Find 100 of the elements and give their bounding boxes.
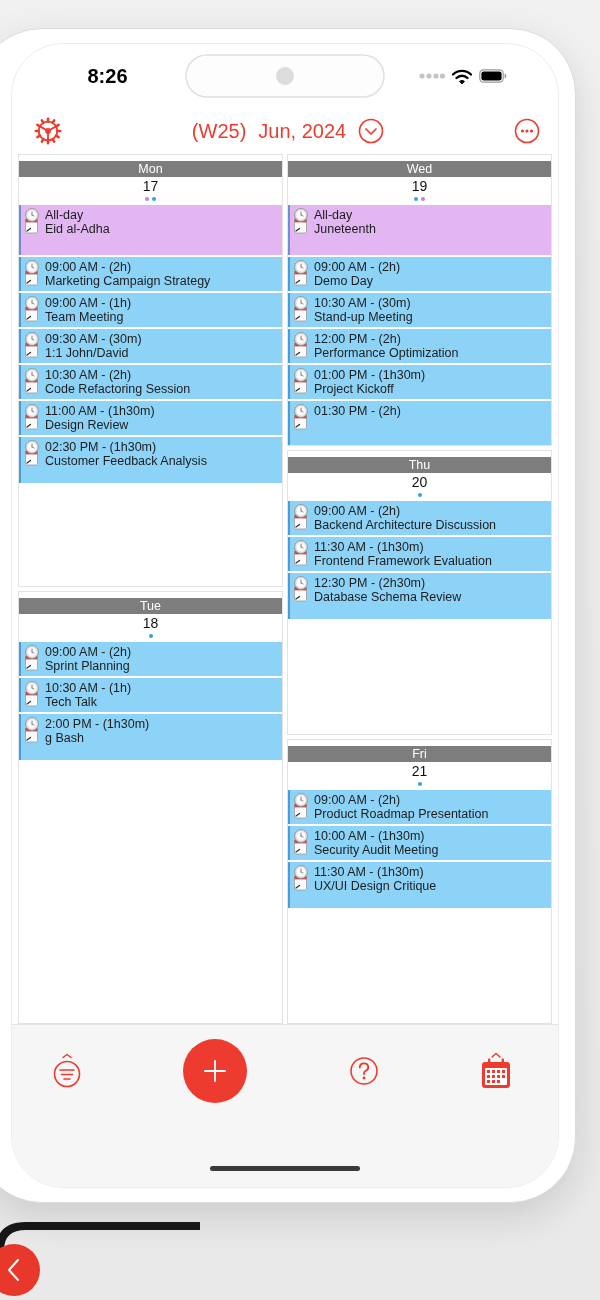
date-number: 20 xyxy=(411,474,428,491)
event-title: UX/UI Design Critique xyxy=(314,879,437,893)
date-number: 19 xyxy=(411,178,428,195)
clock-page-icon xyxy=(24,717,40,743)
month-year-title: Jun, 2024 xyxy=(258,119,347,143)
event-time: All-day xyxy=(45,208,84,222)
event-card[interactable]: 09:30 AM - (30m) 1:1 John/David xyxy=(19,329,282,363)
wifi-icon xyxy=(451,68,472,84)
event-card[interactable]: 01:00 PM - (1h30m) Project Kickoff xyxy=(288,365,551,399)
plus-icon xyxy=(204,1060,227,1082)
event-card[interactable]: 10:00 AM - (1h30m) Security Audit Meeting xyxy=(288,826,551,860)
day-name: Mon xyxy=(138,161,163,177)
clock-page-icon xyxy=(293,865,309,891)
battery-icon xyxy=(478,69,507,83)
more-icon[interactable] xyxy=(514,118,540,144)
event-title: Performance Optimization xyxy=(314,346,459,360)
event-title: Demo Day xyxy=(314,274,374,288)
event-title: g Bash xyxy=(45,731,84,745)
settings-icon[interactable] xyxy=(34,117,62,145)
event-time: 11:30 AM - (1h30m) xyxy=(314,865,424,879)
day-name: Thu xyxy=(408,457,431,473)
event-time: 10:30 AM - (2h) xyxy=(45,368,132,382)
clock-page-icon xyxy=(293,260,309,286)
event-card[interactable]: 09:00 AM - (1h) Team Meeting xyxy=(19,293,282,327)
event-title: Team Meeting xyxy=(45,310,124,324)
event-card[interactable]: 2:00 PM - (1h30m) g Bash xyxy=(19,714,282,760)
day-name: Wed xyxy=(406,161,433,177)
event-title: Frontend Framework Evaluation xyxy=(314,554,492,568)
event-time: 09:00 AM - (2h) xyxy=(45,645,132,659)
event-title: Eid al-Adha xyxy=(45,222,110,236)
event-time: 09:30 AM - (30m) xyxy=(45,332,142,346)
event-time: 09:00 AM - (2h) xyxy=(314,793,401,807)
event-title: Tech Talk xyxy=(45,695,97,709)
event-card[interactable]: 11:30 AM - (1h30m) UX/UI Design Critique xyxy=(288,862,551,908)
event-time: 10:30 AM - (30m) xyxy=(314,296,411,310)
event-title: Project Kickoff xyxy=(314,382,394,396)
date-number: 18 xyxy=(142,615,159,632)
clock-page-icon xyxy=(293,404,309,430)
event-title: Backend Architecture Discussion xyxy=(314,518,497,532)
event-title: Stand-up Meeting xyxy=(314,310,413,324)
event-time: 01:30 PM - (2h) xyxy=(314,404,401,418)
dropdown-icon[interactable] xyxy=(358,118,385,144)
event-title: Design Review xyxy=(45,418,129,432)
event-card[interactable]: All-day Juneteenth xyxy=(288,205,551,255)
date-number: 17 xyxy=(142,178,159,195)
event-card[interactable]: 09:00 AM - (2h) Sprint Planning xyxy=(19,642,282,676)
day-name: Fri xyxy=(412,746,427,762)
list-icon[interactable] xyxy=(52,1053,82,1089)
clock-page-icon xyxy=(293,504,309,530)
event-time: 10:00 AM - (1h30m) xyxy=(314,829,425,843)
clock-page-icon xyxy=(293,540,309,566)
event-time: 10:30 AM - (1h) xyxy=(45,681,132,695)
event-title: Juneteenth xyxy=(314,222,376,236)
event-title: Database Schema Review xyxy=(314,590,462,604)
event-card[interactable]: 10:30 AM - (1h) Tech Talk xyxy=(19,678,282,712)
event-card[interactable]: 09:00 AM - (2h) Marketing Campaign Strategy xyxy=(19,257,282,291)
event-time: 11:30 AM - (1h30m) xyxy=(314,540,424,554)
event-card[interactable]: 10:30 AM - (2h) Code Refactoring Session xyxy=(19,365,282,399)
event-time: 09:00 AM - (1h) xyxy=(45,296,132,310)
clock-page-icon xyxy=(293,576,309,602)
event-card[interactable]: 02:30 PM - (1h30m) Customer Feedback Analysis xyxy=(19,437,282,483)
event-title: 1:1 John/David xyxy=(45,346,129,360)
event-card[interactable]: 01:30 PM - (2h) xyxy=(288,401,551,445)
clock-page-icon xyxy=(24,296,40,322)
event-card[interactable]: 09:00 AM - (2h) Product Roadmap Presentation xyxy=(288,790,551,824)
status-time: 8:26 xyxy=(87,64,128,88)
event-card[interactable]: 12:30 PM - (2h30m) Database Schema Review xyxy=(288,573,551,619)
clock-page-icon xyxy=(293,296,309,322)
clock-page-icon xyxy=(24,404,40,430)
clock-page-icon xyxy=(293,332,309,358)
clock-page-icon xyxy=(24,681,40,707)
clock-page-icon xyxy=(293,829,309,855)
event-card[interactable]: 09:00 AM - (2h) Backend Architecture Discussion xyxy=(288,501,551,535)
event-time: 09:00 AM - (2h) xyxy=(314,504,401,518)
event-title: Security Audit Meeting xyxy=(314,843,439,857)
clock-page-icon xyxy=(24,208,40,234)
event-time: 2:00 PM - (1h30m) xyxy=(45,717,150,731)
event-card[interactable]: 09:00 AM - (2h) Demo Day xyxy=(288,257,551,291)
clock-page-icon xyxy=(24,440,40,466)
event-title: Sprint Planning xyxy=(45,659,130,673)
event-time: 01:00 PM - (1h30m) xyxy=(314,368,426,382)
clock-page-icon xyxy=(24,260,40,286)
clock-page-icon xyxy=(293,208,309,234)
day-name: Tue xyxy=(139,598,162,614)
event-time: 11:00 AM - (1h30m) xyxy=(45,404,155,418)
event-card[interactable]: 11:30 AM - (1h30m) Frontend Framework Evaluation xyxy=(288,537,551,571)
week-number: (W25) xyxy=(191,119,247,143)
event-time: 12:00 PM - (2h) xyxy=(314,332,401,346)
date-number: 21 xyxy=(411,763,428,780)
event-card[interactable]: 10:30 AM - (30m) Stand-up Meeting xyxy=(288,293,551,327)
event-title: Customer Feedback Analysis xyxy=(45,454,207,468)
event-card[interactable]: 11:00 AM - (1h30m) Design Review xyxy=(19,401,282,435)
event-time: 09:00 AM - (2h) xyxy=(45,260,132,274)
calendar-icon[interactable] xyxy=(480,1052,512,1090)
event-time: 12:30 PM - (2h30m) xyxy=(314,576,426,590)
event-card[interactable]: All-day Eid al-Adha xyxy=(19,205,282,255)
clock-page-icon xyxy=(293,793,309,819)
event-card[interactable]: 12:00 PM - (2h) Performance Optimization xyxy=(288,329,551,363)
event-time: 02:30 PM - (1h30m) xyxy=(45,440,157,454)
event-title: Marketing Campaign Strategy xyxy=(45,274,211,288)
